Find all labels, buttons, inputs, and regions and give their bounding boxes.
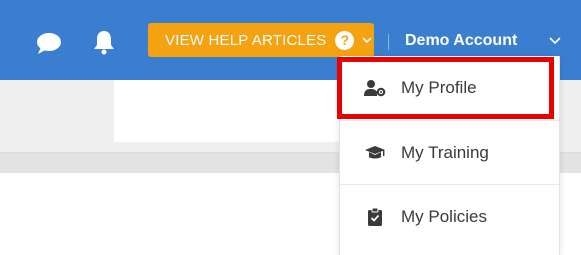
chat-icon[interactable]	[36, 31, 62, 57]
help-button-label: VIEW HELP ARTICLES	[165, 31, 327, 49]
question-circle-icon: ?	[335, 30, 355, 50]
menu-item-label: My Profile	[401, 78, 477, 97]
view-help-articles-button[interactable]: VIEW HELP ARTICLES ?	[148, 23, 374, 57]
account-chevron-down-icon[interactable]	[548, 35, 562, 47]
clipboard-check-icon	[364, 207, 386, 227]
menu-item-my-policies[interactable]: My Policies	[340, 184, 559, 248]
chevron-down-icon	[362, 36, 373, 44]
menu-item-label: My Training	[401, 142, 489, 162]
menu-item-my-profile[interactable]: My Profile	[340, 56, 559, 120]
menu-item-label: My Policies	[401, 206, 487, 226]
app-frame: VIEW HELP ARTICLES ? Demo Account My Pro…	[0, 0, 581, 255]
user-gear-icon	[364, 78, 386, 98]
bell-icon[interactable]	[92, 28, 116, 56]
graduation-cap-icon	[364, 143, 386, 163]
header-divider	[388, 34, 389, 50]
account-name[interactable]: Demo Account	[405, 32, 517, 50]
menu-item-my-training[interactable]: My Training	[340, 120, 559, 184]
account-dropdown-menu: My Profile My Training My Policies	[339, 56, 560, 255]
subheader-panel	[114, 80, 340, 142]
